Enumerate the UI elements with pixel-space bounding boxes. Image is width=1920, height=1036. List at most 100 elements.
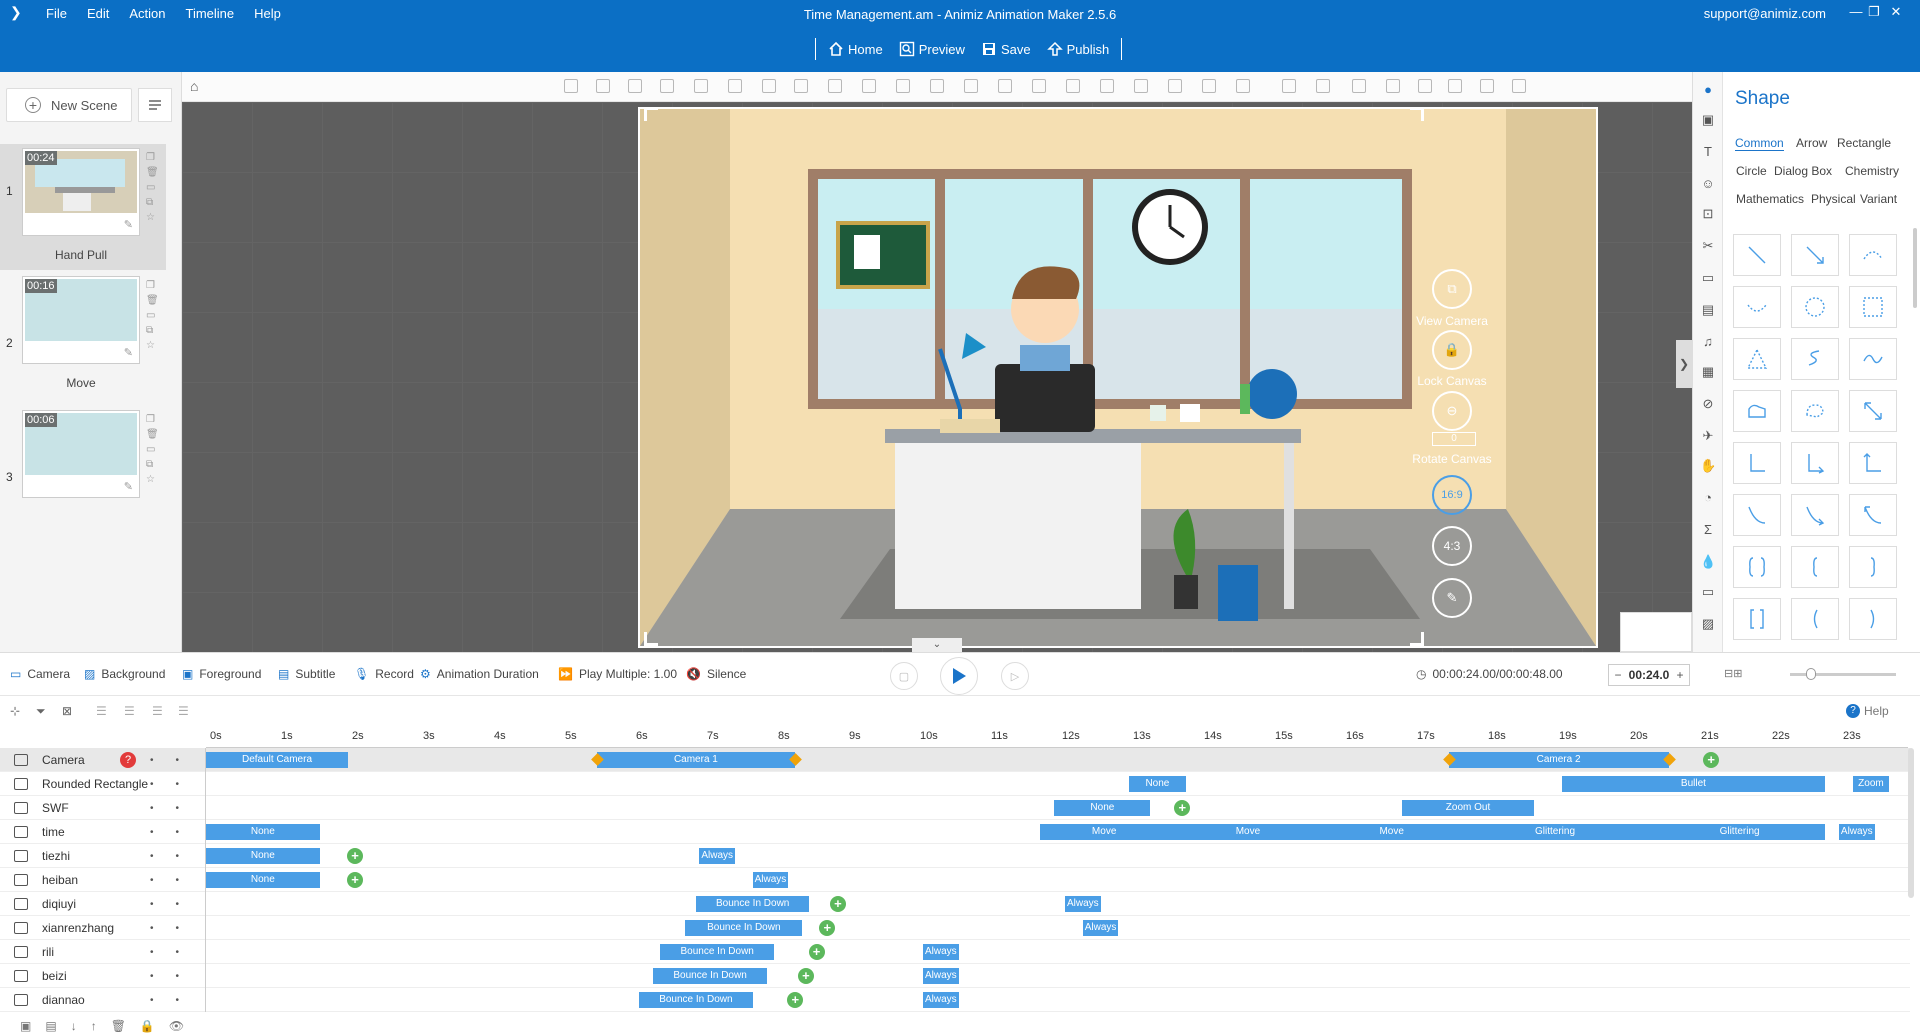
timeline-row[interactable]: diqiuyi •• Bounce In Down Always + [0, 892, 1910, 916]
toolbar-tool-icon[interactable] [998, 79, 1012, 93]
delete-icon[interactable]: 🗑 [146, 167, 159, 178]
animation-bar[interactable]: Default Camera [206, 752, 348, 768]
add-animation-button[interactable]: + [808, 944, 825, 960]
category-circle[interactable]: Circle [1736, 164, 1767, 178]
scene-name[interactable]: Hand Pull [22, 248, 140, 262]
category-common[interactable]: Common [1735, 136, 1784, 151]
layer-visibility-toggles[interactable]: •• [150, 755, 201, 766]
timeline-row[interactable]: heiban •• None Always + [0, 868, 1910, 892]
toolbar-tool-icon[interactable] [628, 79, 642, 93]
layer-visibility-toggles[interactable]: •• [150, 851, 201, 862]
music-category-icon[interactable]: ♫ [1700, 334, 1716, 350]
animation-bar[interactable]: Bounce In Down [653, 968, 767, 984]
toolbar-tool-icon[interactable] [794, 79, 808, 93]
toolbar-tool-icon[interactable] [930, 79, 944, 93]
animation-bar[interactable]: Zoom [1853, 776, 1889, 792]
character-category-icon[interactable]: ☺ [1700, 176, 1716, 192]
toolbar-tool-icon[interactable] [1236, 79, 1250, 93]
animation-bar[interactable]: None [1054, 800, 1151, 816]
tools-category-icon[interactable]: ✂ [1700, 238, 1716, 254]
animation-bar[interactable]: None [206, 872, 320, 888]
shape-brace-pair[interactable] [1733, 546, 1781, 588]
copy-icon[interactable]: ❐ [146, 414, 159, 425]
special-category-icon[interactable]: ⊘ [1700, 396, 1716, 412]
formula-category-icon[interactable]: Σ [1700, 522, 1716, 538]
scene-item-3[interactable]: 3 00:06 ✎ ❐ 🗑 ▭ ⧉ ☆ [0, 410, 166, 510]
layer-label[interactable]: heiban •• [0, 868, 206, 892]
shape-rectangle[interactable] [1849, 286, 1897, 328]
duplicate-icon[interactable]: ⧉ [146, 325, 159, 336]
lock-canvas-button[interactable]: 🔒 [1432, 330, 1472, 370]
shape-wave[interactable] [1849, 338, 1897, 380]
add-animation-button[interactable]: + [829, 896, 846, 912]
plane-category-icon[interactable]: ✈ [1700, 428, 1716, 444]
delete-icon[interactable]: 🗑 [146, 295, 159, 306]
shape-bracket-pair[interactable] [1733, 598, 1781, 640]
toolbar-tool-icon[interactable] [1134, 79, 1148, 93]
animation-bar[interactable]: Always [752, 872, 789, 888]
edit-icon[interactable]: ✎ [124, 346, 133, 359]
toolbar-tool-icon[interactable] [564, 79, 578, 93]
record-button[interactable]: 🎙 Record [354, 667, 414, 681]
toolbar-tool-icon[interactable] [1168, 79, 1182, 93]
time-value-input[interactable]: 00:24.0 [1627, 668, 1671, 682]
distribute-icon[interactable]: ☰ [178, 704, 189, 718]
play-button[interactable] [940, 657, 978, 695]
add-animation-button[interactable]: + [1703, 752, 1720, 768]
shape-elbow-double-arrow[interactable] [1849, 442, 1897, 484]
toolbar-tool-icon[interactable] [1316, 79, 1330, 93]
timeline-row[interactable]: Rounded Rectangle •• None Bullet Zoom [0, 772, 1910, 796]
add-animation-button[interactable]: + [787, 992, 804, 1008]
scene-thumbnail[interactable]: 00:24 ✎ [22, 148, 140, 236]
drop-category-icon[interactable]: 💧 [1700, 554, 1716, 570]
layer-visibility-toggles[interactable]: •• [150, 923, 201, 934]
layer-label[interactable]: Rounded Rectangle •• [0, 772, 206, 796]
home-icon[interactable]: ⌂ [190, 78, 198, 94]
shape-curved-connector[interactable] [1733, 494, 1781, 536]
minimap[interactable] [1620, 612, 1692, 652]
animation-bar[interactable]: Always [923, 944, 959, 960]
timeline-scrollbar[interactable] [1908, 748, 1914, 898]
category-mathematics[interactable]: Mathematics [1736, 192, 1804, 206]
category-rectangle[interactable]: Rectangle [1837, 136, 1891, 150]
copy-icon[interactable]: ❐ [146, 280, 159, 291]
toolbar-tool-icon[interactable] [1202, 79, 1216, 93]
toolbar-tool-icon[interactable] [1480, 79, 1494, 93]
layer-visibility-toggles[interactable]: •• [150, 899, 201, 910]
align-center-icon[interactable]: ☰ [124, 704, 135, 718]
rotate-dial[interactable]: ⊖ [1432, 391, 1472, 431]
shape-left-brace[interactable] [1791, 546, 1839, 588]
rotate-value-input[interactable]: 0 [1432, 432, 1476, 446]
toolbar-tool-icon[interactable] [896, 79, 910, 93]
transition-icon[interactable]: ▭ [146, 310, 159, 321]
text-category-icon[interactable]: T [1700, 144, 1716, 160]
move-up-icon[interactable]: ↑ [91, 1019, 97, 1033]
category-dialog-box[interactable]: Dialog Box [1774, 164, 1832, 178]
maximize-button[interactable]: ❐ [1864, 4, 1884, 20]
animation-bar[interactable]: None [206, 824, 320, 840]
shape-cloud[interactable] [1733, 390, 1781, 432]
shape-triangle[interactable] [1733, 338, 1781, 380]
publish-button[interactable]: Publish [1039, 41, 1118, 57]
animation-bar[interactable]: Always [923, 968, 959, 984]
chart-category-icon[interactable]: ◔ [1700, 490, 1716, 506]
toolbar-tool-icon[interactable] [828, 79, 842, 93]
animation-duration-button[interactable]: ⚙ Animation Duration [420, 667, 539, 681]
layer-label[interactable]: diqiuyi •• [0, 892, 206, 916]
toolbar-tool-icon[interactable] [1066, 79, 1080, 93]
animation-bar[interactable]: Always [1082, 920, 1119, 936]
edit-icon[interactable]: ✎ [124, 480, 133, 493]
lock-icon[interactable]: 🔒 [140, 1019, 155, 1033]
shape-right-brace[interactable] [1849, 546, 1897, 588]
time-ruler[interactable]: 0s 1s 2s 3s 4s 5s 6s 7s 8s 9s 10s 11s 12s 13s 14s 15s 16… [206, 726, 1908, 748]
shape-right-bracket[interactable] [1849, 598, 1897, 640]
animation-bar[interactable]: Camera 1 [596, 752, 796, 768]
camera-button[interactable]: ▭ Camera [10, 667, 70, 681]
star-icon[interactable]: ☆ [146, 212, 159, 223]
toolbar-tool-icon[interactable] [1448, 79, 1462, 93]
layer-label[interactable]: beizi •• [0, 964, 206, 988]
close-button[interactable]: ✕ [1886, 4, 1906, 20]
duplicate-icon[interactable]: ⧉ [146, 197, 159, 208]
transition-icon[interactable]: ▭ [146, 444, 159, 455]
foreground-button[interactable]: ▣ Foreground [182, 667, 261, 681]
